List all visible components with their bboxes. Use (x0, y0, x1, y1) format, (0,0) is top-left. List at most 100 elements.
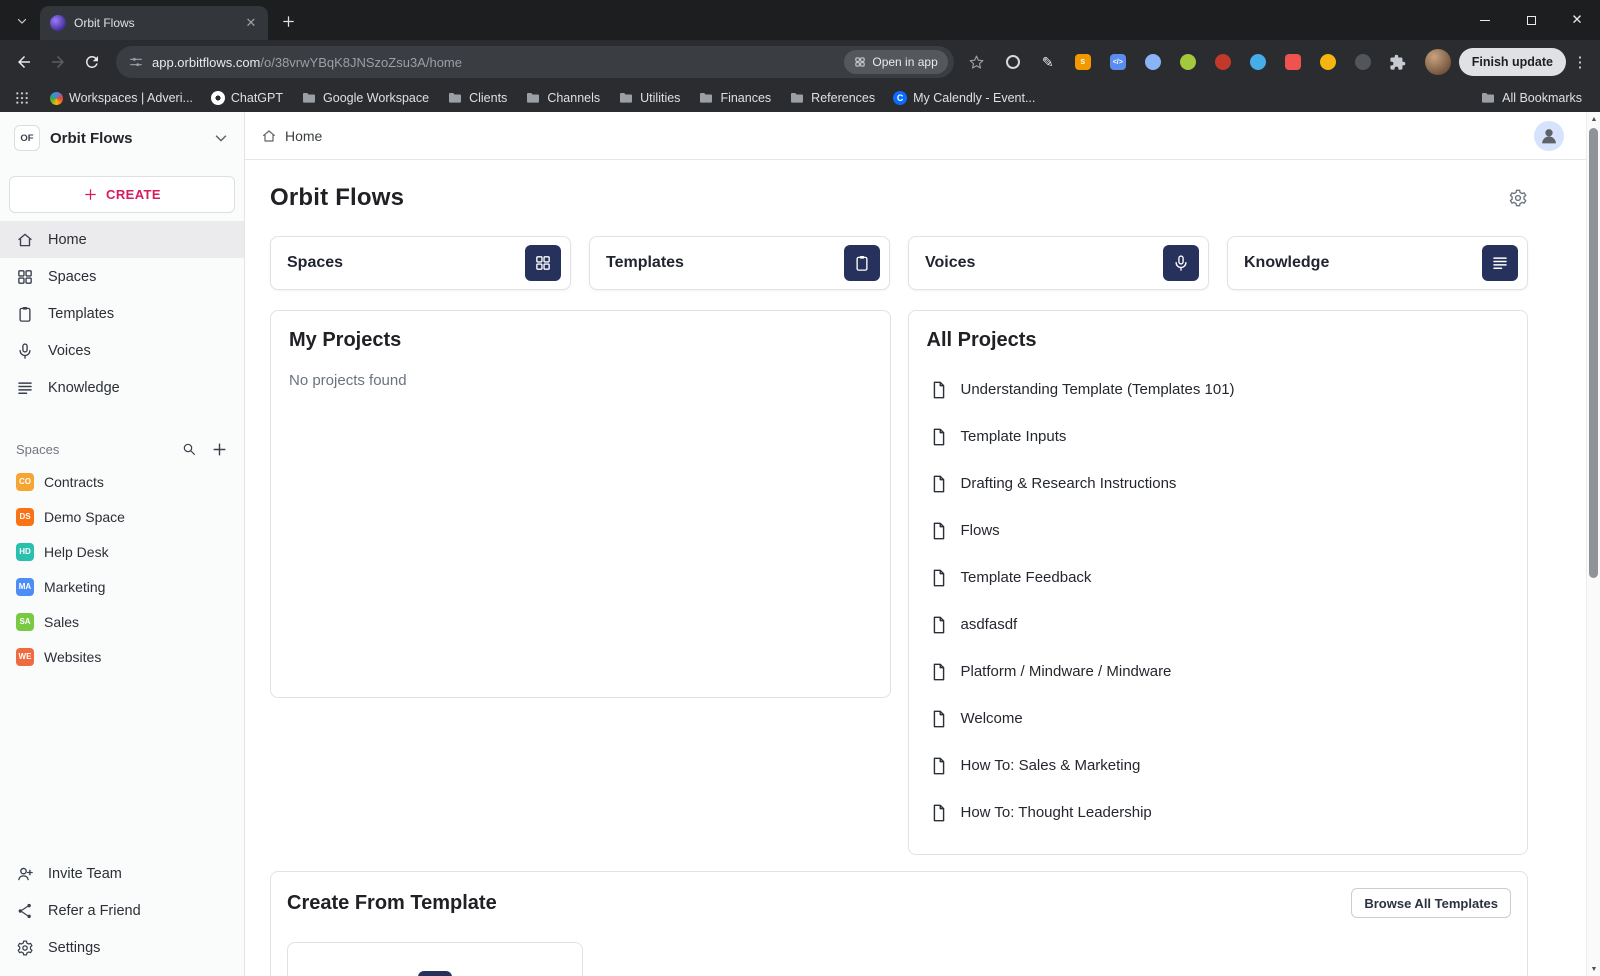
list-icon (16, 379, 34, 397)
maximize-button[interactable] (1508, 0, 1554, 40)
refer-a-friend-button[interactable]: Refer a Friend (0, 892, 244, 929)
search-icon[interactable] (181, 441, 197, 457)
project-list-item[interactable]: How To: Thought Leadership (927, 789, 1510, 836)
extensions-puzzle-icon[interactable] (1385, 49, 1411, 75)
bookmark-item[interactable]: Google Workspace (293, 86, 437, 110)
sidebar-item-templates[interactable]: Templates (0, 295, 244, 332)
home-icon[interactable] (261, 128, 277, 144)
browse-all-templates-button[interactable]: Browse All Templates (1351, 888, 1511, 918)
extension-icon[interactable]: </> (1105, 49, 1131, 75)
bookmark-item[interactable]: Clients (439, 86, 515, 110)
settings-button[interactable]: Settings (0, 929, 244, 966)
space-item-sales[interactable]: SASales (0, 604, 244, 639)
sidebar-item-spaces[interactable]: Spaces (0, 258, 244, 295)
reload-button[interactable] (76, 46, 108, 78)
back-button[interactable] (8, 46, 40, 78)
page-scrollbar[interactable]: ▲ ▼ (1586, 112, 1600, 976)
bookmark-item[interactable]: Channels (517, 86, 608, 110)
bookmark-item[interactable]: ChatGPT (203, 86, 291, 110)
scroll-up-arrow[interactable]: ▲ (1587, 112, 1600, 126)
sidebar-item-knowledge[interactable]: Knowledge (0, 369, 244, 406)
user-avatar[interactable] (1534, 121, 1564, 151)
extension-icon[interactable] (1000, 49, 1026, 75)
page-settings-gear-icon[interactable] (1508, 188, 1528, 208)
extension-icon[interactable]: ✎ (1035, 49, 1061, 75)
space-item-demo-space[interactable]: DSDemo Space (0, 499, 244, 534)
tab-search-button[interactable] (8, 7, 36, 35)
open-in-app-chip[interactable]: Open in app (844, 50, 947, 74)
site-settings-icon[interactable] (128, 54, 144, 70)
scroll-down-arrow[interactable]: ▼ (1587, 962, 1600, 976)
extension-icon[interactable] (1350, 49, 1376, 75)
sidebar-item-voices[interactable]: Voices (0, 332, 244, 369)
bookmark-star-icon[interactable] (962, 47, 992, 77)
bookmark-item[interactable]: Workspaces | Adveri... (42, 86, 201, 110)
extension-icon[interactable] (1315, 49, 1341, 75)
extension-icon[interactable] (1210, 49, 1236, 75)
sidebar-item-home[interactable]: Home (0, 221, 244, 258)
folder-icon (789, 90, 805, 106)
apps-grid-icon[interactable] (10, 86, 34, 110)
new-tab-button[interactable] (274, 7, 302, 35)
workspace-name: Orbit Flows (50, 130, 202, 147)
address-bar[interactable]: app.orbitflows.com/o/38vrwYBqK8JNSzoZsu3… (116, 46, 954, 78)
close-button[interactable]: ✕ (1554, 0, 1600, 40)
forward-button[interactable] (42, 46, 74, 78)
extension-icon[interactable] (1140, 49, 1166, 75)
bookmark-item[interactable]: References (781, 86, 883, 110)
project-list-item[interactable]: Platform / Mindware / Mindware (927, 648, 1510, 695)
knowledge-card[interactable]: Knowledge (1227, 236, 1528, 290)
finish-update-button[interactable]: Finish update (1459, 48, 1566, 76)
invite-team-button[interactable]: Invite Team (0, 855, 244, 892)
extension-icon[interactable] (1175, 49, 1201, 75)
tab-close-icon[interactable]: ✕ (242, 14, 260, 32)
clipboard-icon (16, 305, 34, 323)
workspace-switcher[interactable]: OF Orbit Flows (0, 112, 244, 164)
templates-card[interactable]: Templates (589, 236, 890, 290)
list-icon[interactable] (1482, 245, 1518, 281)
document-icon (929, 474, 949, 494)
project-list-item[interactable]: Understanding Template (Templates 101) (927, 366, 1510, 413)
project-list-item[interactable]: Template Feedback (927, 554, 1510, 601)
all-bookmarks-button[interactable]: All Bookmarks (1472, 86, 1590, 110)
all-projects-title: All Projects (927, 329, 1510, 352)
plus-icon (83, 187, 98, 202)
space-item-websites[interactable]: WEWebsites (0, 639, 244, 674)
create-from-template-title: Create From Template (287, 892, 497, 915)
minimize-button[interactable] (1462, 0, 1508, 40)
share-icon (16, 902, 34, 920)
add-space-icon[interactable] (211, 441, 228, 458)
document-icon (929, 756, 949, 776)
space-item-marketing[interactable]: MAMarketing (0, 569, 244, 604)
project-list-item[interactable]: Flows (927, 507, 1510, 554)
grid-icon[interactable] (525, 245, 561, 281)
space-badge: SA (16, 613, 34, 631)
space-badge: WE (16, 648, 34, 666)
project-list-item[interactable]: Drafting & Research Instructions (927, 460, 1510, 507)
voices-card[interactable]: Voices (908, 236, 1209, 290)
extension-icon[interactable] (1245, 49, 1271, 75)
project-list-item[interactable]: How To: Sales & Marketing (927, 742, 1510, 789)
template-card[interactable] (287, 942, 583, 976)
project-list-item[interactable]: asdfasdf (927, 601, 1510, 648)
bookmark-item[interactable]: Utilities (610, 86, 688, 110)
browser-tab[interactable]: Orbit Flows ✕ (40, 6, 268, 40)
my-projects-empty-message: No projects found (289, 372, 872, 389)
extension-icon[interactable]: S (1070, 49, 1096, 75)
space-item-help-desk[interactable]: HDHelp Desk (0, 534, 244, 569)
bookmark-item[interactable]: CMy Calendly - Event... (885, 86, 1043, 110)
browser-profile-avatar[interactable] (1425, 49, 1451, 75)
browser-menu-icon[interactable]: ⋮ (1568, 53, 1592, 71)
project-list-item[interactable]: Template Inputs (927, 413, 1510, 460)
bookmark-item[interactable]: Finances (690, 86, 779, 110)
home-icon (16, 231, 34, 249)
mic-icon[interactable] (1163, 245, 1199, 281)
extension-icon[interactable] (1280, 49, 1306, 75)
create-button[interactable]: CREATE (9, 176, 235, 213)
clipboard-icon[interactable] (844, 245, 880, 281)
space-item-contracts[interactable]: COContracts (0, 464, 244, 499)
project-list-item[interactable]: Welcome (927, 695, 1510, 742)
scrollbar-thumb[interactable] (1589, 128, 1598, 578)
breadcrumb-home[interactable]: Home (285, 128, 322, 144)
spaces-card[interactable]: Spaces (270, 236, 571, 290)
